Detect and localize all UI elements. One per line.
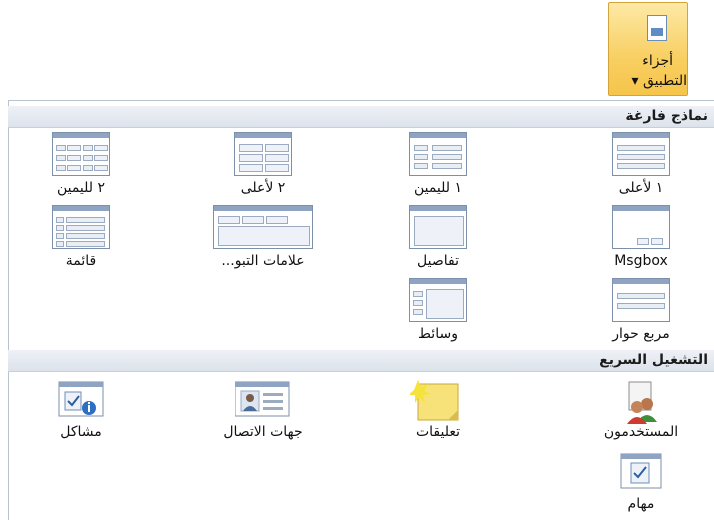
tasks-icon xyxy=(613,452,669,492)
template-dialog-icon xyxy=(612,278,670,322)
template-label: علامات التبو... xyxy=(221,253,305,269)
template-label: وسائط xyxy=(418,326,458,342)
quick-start-label: مهام xyxy=(627,496,655,512)
template-1-top-icon xyxy=(612,132,670,176)
quick-start-issues[interactable]: مشاكل xyxy=(11,380,151,440)
quick-start-users[interactable]: المستخدمون xyxy=(571,380,711,440)
quick-start-label: تعليقات xyxy=(415,424,461,440)
button-label-line1: أجزاء xyxy=(642,53,673,69)
template-item-msgbox[interactable]: Msgbox xyxy=(571,205,711,269)
template-list-icon xyxy=(52,205,110,249)
template-item-dialog[interactable]: مربع حوار xyxy=(571,278,711,342)
template-item-media[interactable]: وسائط xyxy=(368,278,508,342)
document-parts-icon xyxy=(647,15,667,41)
application-parts-button[interactable]: أجزاء التطبيق ▾ xyxy=(608,2,688,96)
template-label: ١ لأعلى xyxy=(618,180,664,196)
template-item-1-top[interactable]: ١ لأعلى xyxy=(571,132,711,196)
quick-start-tasks[interactable]: مهام xyxy=(571,452,711,512)
template-2-top-icon xyxy=(234,132,292,176)
button-label-line2: التطبيق ▾ xyxy=(631,73,687,89)
template-label: مربع حوار xyxy=(612,326,670,342)
template-label: ١ لليمين xyxy=(413,180,463,196)
template-details-icon xyxy=(409,205,467,249)
template-item-details[interactable]: تفاصيل xyxy=(368,205,508,269)
issues-icon xyxy=(53,380,109,420)
section-header-empty-templates: نماذج فارغة xyxy=(8,106,714,128)
quick-start-comments[interactable]: تعليقات xyxy=(368,380,508,440)
quick-start-label: المستخدمون xyxy=(603,424,679,440)
quick-start-label: جهات الاتصال xyxy=(223,424,303,440)
template-label: Msgbox xyxy=(614,253,668,269)
template-tabs-icon xyxy=(213,205,313,249)
section-header-quick-start: التشغيل السريع xyxy=(8,350,714,372)
template-label: تفاصيل xyxy=(417,253,459,269)
users-icon xyxy=(613,380,669,424)
template-item-2-right[interactable]: ٢ لليمين xyxy=(11,132,151,196)
template-1-right-icon xyxy=(409,132,467,176)
comments-note-icon xyxy=(408,380,466,421)
quick-start-label: مشاكل xyxy=(60,424,102,440)
template-label: ٢ لأعلى xyxy=(240,180,286,196)
contacts-icon xyxy=(234,380,291,420)
quick-start-contacts[interactable]: جهات الاتصال xyxy=(193,380,333,440)
template-item-tabs[interactable]: علامات التبو... xyxy=(193,205,333,269)
template-2-right-icon xyxy=(52,132,110,176)
template-item-1-right[interactable]: ١ لليمين xyxy=(368,132,508,196)
template-label: قائمة xyxy=(65,253,97,269)
template-item-list[interactable]: قائمة xyxy=(11,205,151,269)
template-label: ٢ لليمين xyxy=(56,180,106,196)
template-msgbox-icon xyxy=(612,205,670,249)
template-item-2-top[interactable]: ٢ لأعلى xyxy=(193,132,333,196)
template-media-icon xyxy=(409,278,467,322)
